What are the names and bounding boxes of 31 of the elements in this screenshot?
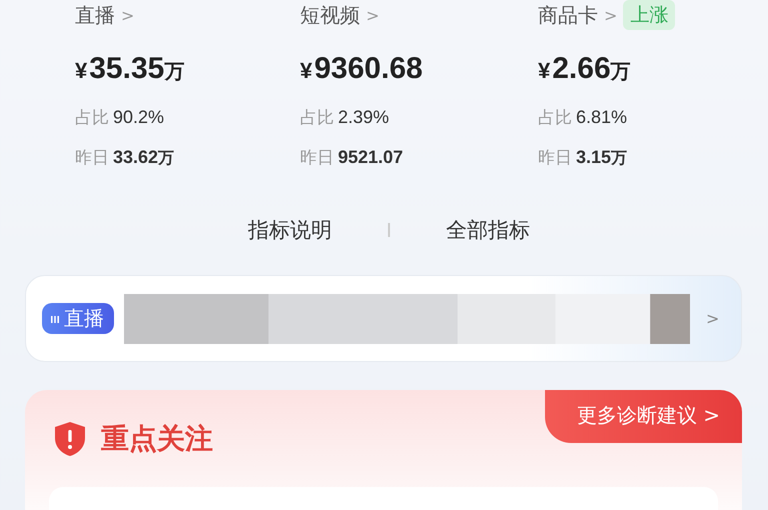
metric-title[interactable]: 商品卡 <box>538 2 598 28</box>
yesterday-label: 昨日 <box>538 147 572 169</box>
metric-title[interactable]: 短视频 <box>300 2 360 28</box>
metric-link[interactable]: 全部指标 <box>446 216 530 244</box>
metric-link[interactable]: 指标说明 <box>248 216 332 244</box>
metric-value: ¥2.66万 <box>538 52 632 87</box>
metric-title[interactable]: 直播 <box>75 2 115 28</box>
live-card[interactable]: 直播 > <box>25 275 742 362</box>
chevron-icon: > <box>604 6 618 24</box>
live-tag-label: 直播 <box>64 305 104 332</box>
yesterday-label: 昨日 <box>300 147 334 169</box>
attention-title: 重点关注 <box>101 421 213 457</box>
ratio-label: 占比 <box>538 107 572 129</box>
chevron-icon: > <box>121 6 134 24</box>
ratio-label: 占比 <box>300 107 334 129</box>
ratio-label: 占比 <box>75 107 109 129</box>
chevron-icon: > <box>706 309 720 328</box>
yesterday-value: 9521.07 <box>338 147 404 168</box>
more-advice-button[interactable]: 更多诊断建议 > <box>544 390 742 443</box>
ratio-value: 90.2% <box>113 107 164 128</box>
trend-badge: 上涨 <box>623 0 676 30</box>
warning-shield-icon <box>53 421 87 457</box>
metric-value: ¥35.35万 <box>75 52 186 87</box>
yesterday-value: 33.62万 <box>113 147 174 169</box>
chevron-icon: > <box>366 6 380 24</box>
ratio-value: 6.81% <box>576 107 628 128</box>
metric-value: ¥9360.68 <box>300 52 424 87</box>
signal-bars-icon <box>50 314 60 324</box>
yesterday-value: 3.15万 <box>576 147 628 169</box>
ratio-value: 2.39% <box>338 107 390 128</box>
yesterday-label: 昨日 <box>75 147 109 169</box>
